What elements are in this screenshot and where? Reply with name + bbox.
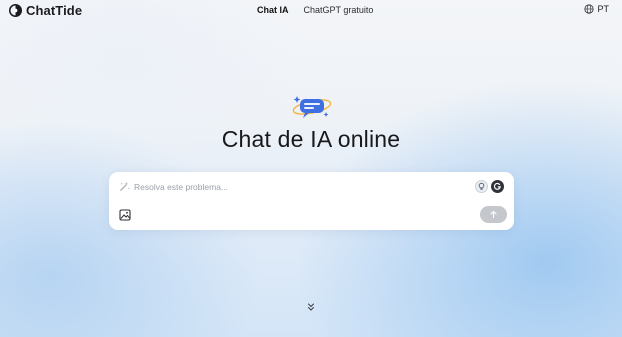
nav-item-chat-ia[interactable]: Chat IA bbox=[257, 5, 289, 15]
grammar-check-button[interactable] bbox=[491, 180, 504, 193]
image-upload-icon[interactable] bbox=[119, 209, 131, 221]
language-code: PT bbox=[597, 4, 609, 14]
brand-logo[interactable]: ChatTide bbox=[9, 3, 82, 18]
page-title: Chat de IA online bbox=[221, 126, 401, 152]
magic-wand-icon bbox=[120, 181, 130, 191]
top-bar: ChatTide Chat IA ChatGPT gratuito PT bbox=[0, 0, 622, 22]
arrow-up-icon bbox=[490, 210, 497, 219]
globe-icon bbox=[584, 4, 595, 14]
prompt-row bbox=[119, 181, 434, 192]
chat-input-card bbox=[109, 172, 514, 230]
language-selector[interactable]: PT bbox=[584, 4, 609, 14]
input-tools bbox=[475, 180, 504, 193]
nav-item-chatgpt-gratuito[interactable]: ChatGPT gratuito bbox=[304, 5, 374, 15]
prompt-tips-button[interactable] bbox=[475, 180, 488, 193]
grammarly-icon bbox=[493, 182, 501, 190]
send-button[interactable] bbox=[480, 206, 507, 223]
brand-name: ChatTide bbox=[26, 3, 83, 18]
prompt-input[interactable] bbox=[134, 181, 434, 192]
double-chevron-down-icon[interactable] bbox=[306, 302, 316, 312]
chattide-logo-icon bbox=[9, 4, 22, 17]
main-nav: Chat IA ChatGPT gratuito bbox=[257, 5, 373, 15]
chat-bubble-orbit-icon bbox=[292, 96, 332, 118]
lightbulb-icon bbox=[478, 182, 485, 190]
